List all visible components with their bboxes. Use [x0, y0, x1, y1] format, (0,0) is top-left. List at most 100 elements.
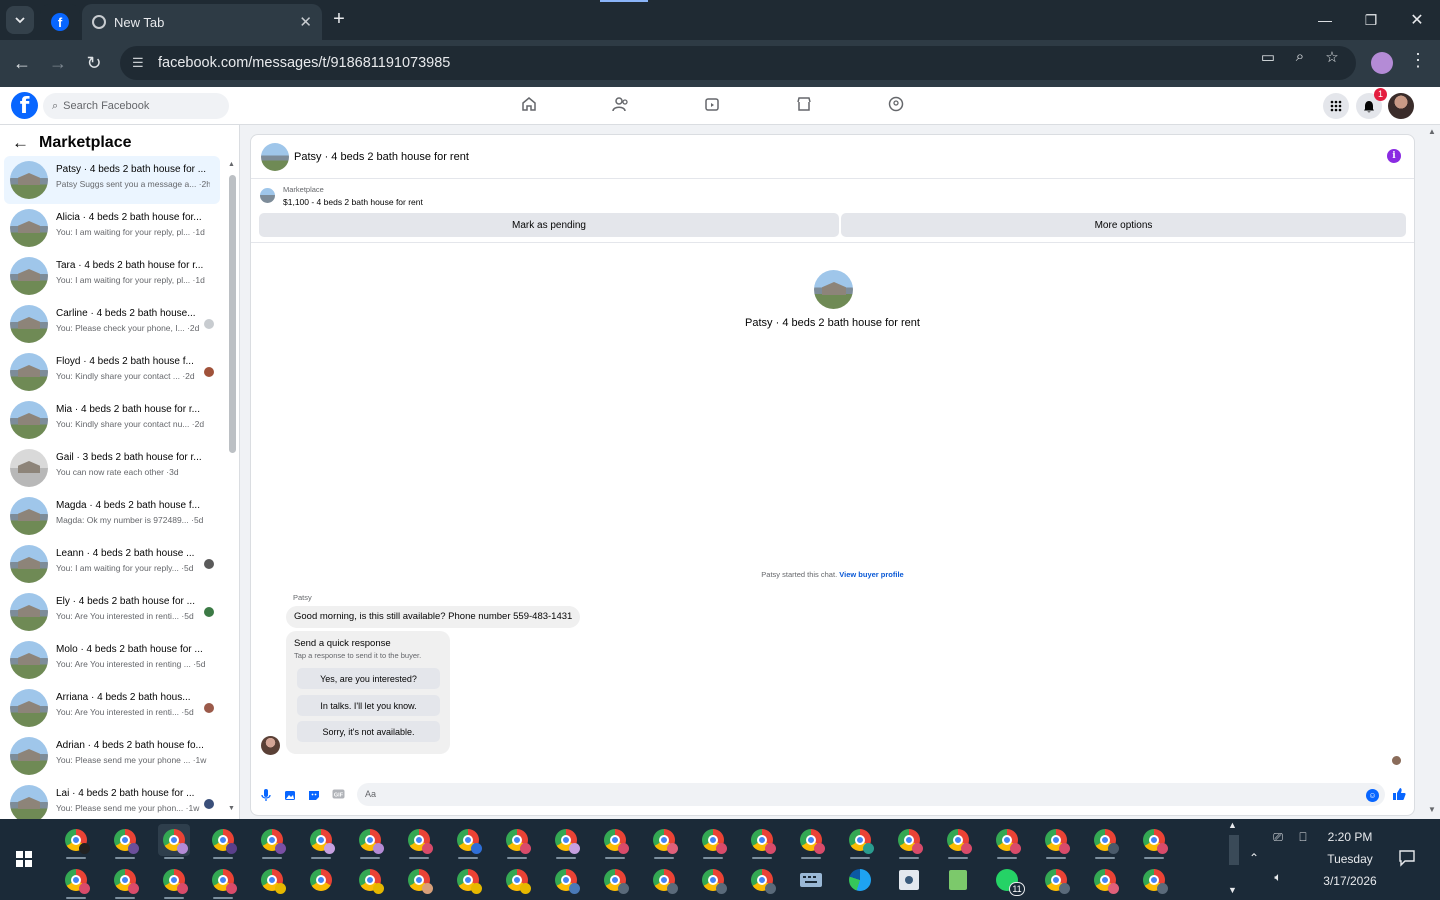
- conversation-item[interactable]: Gail · 3 beds 2 bath house for r... You …: [4, 444, 220, 492]
- edge-browser-icon[interactable]: [844, 864, 876, 896]
- groups-icon[interactable]: [885, 96, 907, 116]
- listing-thumbnail[interactable]: [260, 188, 275, 203]
- chrome-profile-icon[interactable]: [354, 864, 386, 896]
- listing-price[interactable]: $1,100 - 4 beds 2 bath house for rent: [283, 197, 423, 207]
- chrome-profile-icon[interactable]: [60, 824, 92, 859]
- menu-grid-icon[interactable]: [1323, 93, 1349, 119]
- back-arrow-icon[interactable]: ←: [12, 133, 29, 153]
- whatsapp-icon[interactable]: 11: [991, 864, 1025, 896]
- conversation-item[interactable]: Patsy · 4 beds 2 bath house for ... Pats…: [4, 156, 220, 204]
- quick-reply-button[interactable]: Yes, are you interested?: [297, 668, 440, 689]
- chrome-profile-icon[interactable]: [746, 864, 778, 896]
- scroll-down-arrow-icon[interactable]: ▼: [228, 805, 235, 812]
- microphone-icon[interactable]: [259, 789, 273, 803]
- chrome-profile-icon[interactable]: [305, 864, 337, 896]
- conversation-item[interactable]: Leann · 4 beds 2 bath house ... You: I a…: [4, 540, 220, 588]
- browser-menu-icon[interactable]: ⋮: [1408, 50, 1428, 71]
- touch-keyboard-icon[interactable]: [795, 864, 827, 896]
- quick-reply-button[interactable]: Sorry, it's not available.: [297, 721, 440, 742]
- url-text[interactable]: facebook.com/messages/t/918681191073985: [158, 55, 450, 71]
- marketplace-icon[interactable]: [793, 96, 815, 116]
- chrome-profile-icon[interactable]: [1040, 864, 1072, 896]
- conversation-item[interactable]: Adrian · 4 beds 2 bath house fo... You: …: [4, 732, 220, 780]
- chrome-profile-icon[interactable]: [648, 824, 680, 859]
- chrome-profile-icon[interactable]: [746, 824, 778, 859]
- chrome-profile-icon[interactable]: [60, 864, 92, 899]
- conversation-item[interactable]: Alicia · 4 beds 2 bath house for... You:…: [4, 204, 220, 252]
- home-icon[interactable]: [518, 96, 540, 116]
- video-icon[interactable]: [701, 96, 723, 116]
- chrome-profile-icon[interactable]: [697, 824, 729, 859]
- forward-arrow-icon[interactable]: →: [46, 51, 70, 75]
- zoom-icon[interactable]: ⌕: [1289, 48, 1311, 66]
- tab-search-button[interactable]: [6, 6, 34, 34]
- sticker-icon[interactable]: [307, 789, 321, 803]
- conversation-item[interactable]: Mia · 4 beds 2 bath house for r... You: …: [4, 396, 220, 444]
- chrome-profile-icon[interactable]: [795, 824, 827, 859]
- page-scroll-up-icon[interactable]: ▲: [1428, 127, 1436, 136]
- sidebar-scrollbar[interactable]: [229, 175, 236, 453]
- chrome-profile-icon[interactable]: [1089, 824, 1121, 859]
- view-buyer-profile-link[interactable]: View buyer profile: [839, 570, 903, 579]
- chrome-profile-icon[interactable]: [207, 864, 239, 899]
- gif-icon[interactable]: GIF: [331, 789, 345, 803]
- restore-icon[interactable]: ❐: [1348, 0, 1394, 40]
- volume-icon[interactable]: 🔈︎: [1270, 870, 1286, 885]
- install-app-icon[interactable]: ▭: [1257, 48, 1279, 66]
- notification-center-icon[interactable]: [1396, 849, 1418, 872]
- minimize-icon[interactable]: —: [1302, 0, 1348, 40]
- chrome-profile-icon[interactable]: [844, 824, 876, 859]
- chrome-profile-icon[interactable]: [452, 864, 484, 896]
- chrome-profile-icon[interactable]: [1138, 864, 1170, 896]
- buyer-avatar[interactable]: [814, 270, 853, 309]
- network-icon[interactable]: ⎕: [1294, 830, 1312, 845]
- clock-day[interactable]: Tuesday: [1318, 852, 1382, 866]
- chrome-profile-icon[interactable]: [354, 824, 386, 859]
- scroll-up-arrow-icon[interactable]: ▲: [228, 161, 235, 168]
- reload-icon[interactable]: ↻: [82, 51, 106, 75]
- chrome-profile-icon[interactable]: [305, 824, 337, 859]
- chrome-profile-icon[interactable]: [207, 824, 239, 859]
- chrome-profile-icon[interactable]: [403, 824, 435, 859]
- emoji-icon[interactable]: ☺: [1366, 789, 1379, 802]
- chrome-profile-icon[interactable]: [158, 864, 190, 899]
- notepad-chart-icon[interactable]: [942, 864, 974, 896]
- chrome-profile-icon[interactable]: [256, 824, 288, 859]
- close-window-icon[interactable]: ✕: [1394, 0, 1440, 40]
- message-input[interactable]: Aa: [357, 783, 1385, 806]
- facebook-logo[interactable]: f: [11, 92, 38, 119]
- windows-start-icon[interactable]: [16, 851, 32, 867]
- tab-facebook[interactable]: f: [40, 4, 80, 40]
- browser-profile-avatar[interactable]: [1371, 52, 1393, 74]
- taskbar-scroll-up-icon[interactable]: ▲: [1228, 820, 1237, 830]
- bookmark-star-icon[interactable]: ☆: [1321, 48, 1343, 66]
- chrome-profile-icon[interactable]: [550, 864, 582, 896]
- chrome-profile-icon[interactable]: [501, 864, 533, 896]
- chrome-profile-icon[interactable]: [1089, 864, 1121, 896]
- tab-new-tab[interactable]: New Tab ✕: [82, 4, 322, 40]
- conversation-item[interactable]: Arriana · 4 beds 2 bath hous... You: Are…: [4, 684, 220, 732]
- more-options-button[interactable]: More options: [841, 213, 1406, 237]
- conversation-item[interactable]: Molo · 4 beds 2 bath house for ... You: …: [4, 636, 220, 684]
- taskbar-scroll-down-icon[interactable]: ▼: [1228, 885, 1237, 895]
- chrome-profile-icon[interactable]: [893, 824, 925, 859]
- show-hidden-icons-icon[interactable]: ⌃: [1246, 851, 1262, 865]
- chrome-profile-icon[interactable]: [942, 824, 974, 859]
- back-arrow-icon[interactable]: ←: [10, 51, 34, 75]
- conversation-item[interactable]: Lai · 4 beds 2 bath house for ... You: P…: [4, 780, 220, 819]
- chrome-profile-icon[interactable]: [599, 864, 631, 896]
- conversation-item[interactable]: Carline · 4 beds 2 bath house... You: Pl…: [4, 300, 220, 348]
- clock-time[interactable]: 2:20 PM: [1318, 830, 1382, 844]
- info-icon[interactable]: i: [1387, 149, 1401, 163]
- chrome-profile-icon[interactable]: [109, 824, 141, 859]
- conversation-item[interactable]: Floyd · 4 beds 2 bath house f... You: Ki…: [4, 348, 220, 396]
- chrome-profile-icon[interactable]: [991, 824, 1023, 859]
- taskbar-scroll-thumb[interactable]: [1229, 835, 1239, 865]
- chrome-profile-icon[interactable]: [158, 824, 190, 859]
- thumbs-up-icon[interactable]: [1392, 787, 1406, 804]
- quick-reply-button[interactable]: In talks. I'll let you know.: [297, 695, 440, 716]
- chrome-profile-icon[interactable]: [501, 824, 533, 859]
- conversation-item[interactable]: Tara · 4 beds 2 bath house for r... You:…: [4, 252, 220, 300]
- mark-as-pending-button[interactable]: Mark as pending: [259, 213, 839, 237]
- new-tab-button[interactable]: +: [328, 8, 350, 30]
